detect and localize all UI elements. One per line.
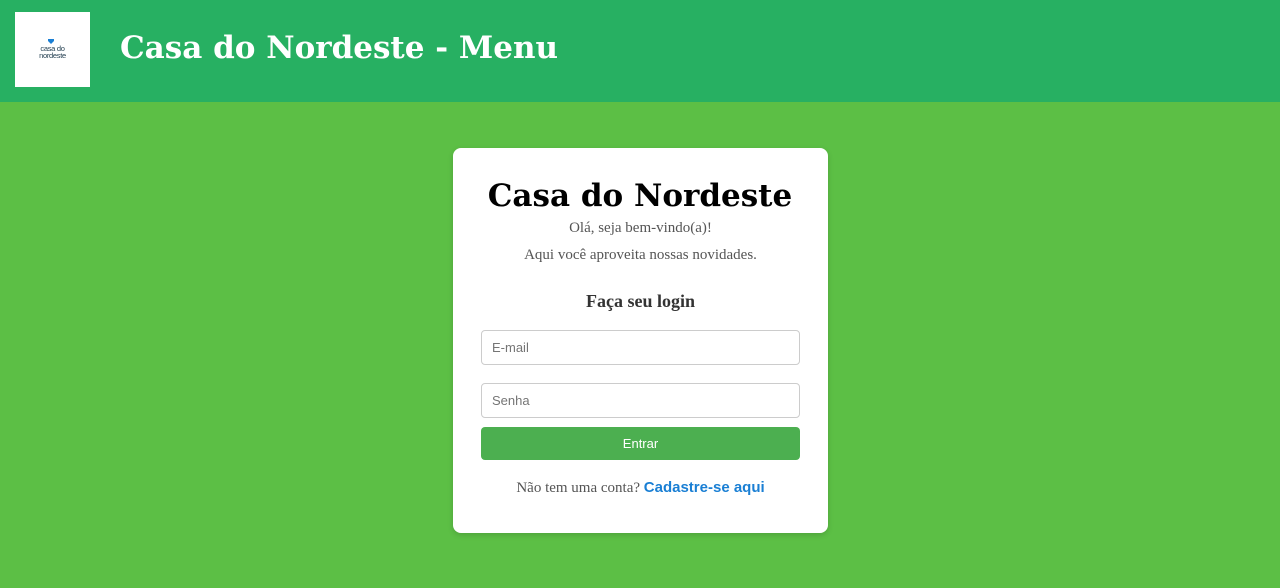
header-title: Casa do Nordeste - Menu: [120, 30, 559, 66]
login-heading: Faça seu login: [585, 291, 695, 311]
brand-logo[interactable]: casa do nordeste: [15, 12, 90, 87]
email-input[interactable]: [481, 330, 800, 365]
greeting-text: Olá, seja bem-vindo(a)!: [569, 220, 712, 236]
logo-text-line2: nordeste: [39, 51, 66, 60]
login-button[interactable]: Entrar: [481, 427, 800, 460]
signup-prompt: Não tem uma conta?: [516, 480, 641, 496]
top-header: casa do nordeste Casa do Nordeste - Menu: [0, 0, 1280, 102]
signup-link[interactable]: Cadastre-se aqui: [644, 479, 765, 496]
password-input[interactable]: [481, 383, 800, 418]
subtitle-text: Aqui você aproveita nossas novidades.: [524, 247, 757, 263]
signup-row: Não tem uma conta? Cadastre-se aqui: [453, 478, 828, 498]
logo-text: casa do nordeste: [15, 45, 90, 60]
card-title: Casa do Nordeste: [487, 178, 793, 214]
